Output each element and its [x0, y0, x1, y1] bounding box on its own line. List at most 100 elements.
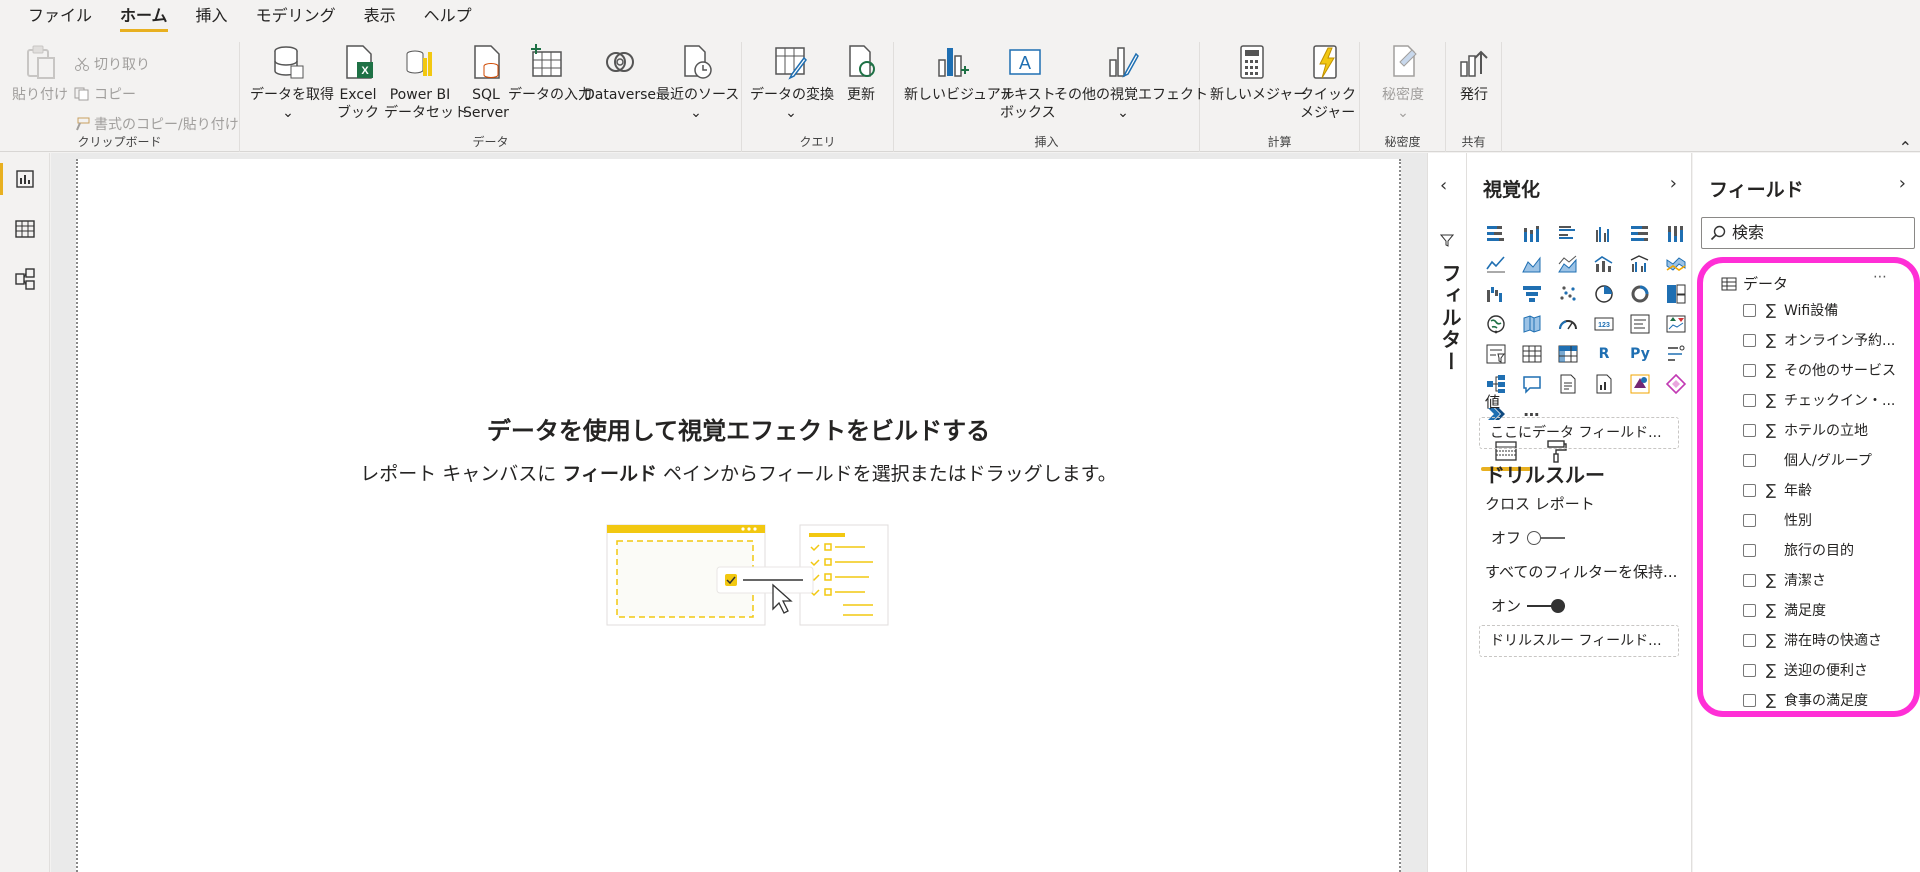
cut-button[interactable]: 切り取り	[74, 54, 150, 74]
key-influencers-icon[interactable]	[1665, 343, 1687, 365]
power-automate-icon[interactable]	[1665, 373, 1687, 395]
stacked-column-chart-icon[interactable]	[1521, 223, 1543, 245]
tab-help[interactable]: ヘルプ	[418, 0, 494, 34]
quick-measure-button[interactable]: クイック メジャー	[1300, 44, 1356, 122]
scatter-chart-icon[interactable]	[1557, 283, 1579, 305]
checkbox[interactable]	[1743, 333, 1756, 347]
report-view-button[interactable]	[0, 159, 50, 199]
publish-button[interactable]: 発行	[1450, 44, 1498, 104]
field-item[interactable]: ∑ 送迎の便利さ	[1743, 658, 1911, 682]
line-and-clustered-column-icon[interactable]	[1629, 253, 1651, 275]
field-item[interactable]: ∑ ホテルの立地	[1743, 418, 1911, 442]
values-drop-well[interactable]: ここにデータ フィールド...	[1479, 417, 1679, 449]
field-item[interactable]: 性別	[1743, 508, 1911, 532]
recent-sources-button[interactable]: 最近のソース ⌄	[656, 44, 739, 122]
paste-button[interactable]: 貼り付け	[10, 44, 70, 104]
100-stacked-column-chart-icon[interactable]	[1665, 223, 1687, 245]
paginated-report-icon[interactable]	[1593, 373, 1615, 395]
new-visual-button[interactable]: 新しいビジュアル	[904, 44, 1015, 104]
slicer-icon[interactable]	[1485, 343, 1507, 365]
textbox-button[interactable]: A テキスト ボックス	[1000, 44, 1056, 122]
kpi-icon[interactable]	[1665, 313, 1687, 335]
enter-data-button[interactable]: データの入力	[508, 44, 592, 104]
chevron-left-icon[interactable]: ‹	[1440, 175, 1447, 196]
clustered-column-chart-icon[interactable]	[1593, 223, 1615, 245]
smart-narrative-icon[interactable]	[1557, 373, 1579, 395]
drillthrough-drop-well[interactable]: ドリルスルー フィールド...	[1479, 625, 1679, 657]
python-visual-icon[interactable]: Py	[1629, 343, 1651, 365]
checkbox[interactable]	[1743, 693, 1756, 707]
transform-data-button[interactable]: データの変換 ⌄	[750, 44, 834, 122]
field-item[interactable]: 旅行の目的	[1743, 538, 1911, 562]
field-item[interactable]: ∑ 滞在時の快適さ	[1743, 628, 1911, 652]
filters-pane[interactable]: ‹ フィルター	[1427, 153, 1467, 872]
checkbox[interactable]	[1743, 363, 1756, 377]
report-canvas[interactable]: データを使用して視覚エフェクトをビルドする レポート キャンバスに フィールド …	[76, 159, 1401, 872]
more-options-icon[interactable]: ⋯	[1873, 269, 1887, 285]
excel-workbook-button[interactable]: X Excel ブック	[336, 44, 380, 122]
field-item[interactable]: ∑ オンライン予約...	[1743, 328, 1911, 352]
checkbox[interactable]	[1743, 603, 1756, 617]
checkbox[interactable]	[1743, 303, 1756, 317]
checkbox[interactable]	[1743, 573, 1756, 587]
sql-server-button[interactable]: SQL Server	[462, 44, 510, 122]
copy-button[interactable]: コピー	[74, 84, 136, 104]
tab-view[interactable]: 表示	[358, 0, 418, 34]
checkbox[interactable]	[1743, 453, 1756, 467]
field-item[interactable]: ∑ 年齢	[1743, 478, 1911, 502]
tab-modeling[interactable]: モデリング	[250, 0, 358, 34]
tab-file[interactable]: ファイル	[22, 0, 114, 34]
keep-all-filters-toggle[interactable]: オン	[1491, 595, 1566, 616]
ribbon-chart-icon[interactable]	[1665, 253, 1687, 275]
treemap-icon[interactable]	[1665, 283, 1687, 305]
matrix-icon[interactable]	[1557, 343, 1579, 365]
multi-row-card-icon[interactable]	[1629, 313, 1651, 335]
donut-chart-icon[interactable]	[1629, 283, 1651, 305]
tab-home[interactable]: ホーム	[114, 0, 190, 34]
stacked-bar-chart-icon[interactable]	[1485, 223, 1507, 245]
checkbox[interactable]	[1743, 513, 1756, 527]
dataverse-button[interactable]: Dataverse	[584, 44, 656, 104]
toggle-switch-off[interactable]	[1527, 530, 1566, 545]
field-item[interactable]: ∑ Wifi設備	[1743, 298, 1911, 322]
toggle-switch-on[interactable]	[1527, 598, 1566, 613]
get-data-button[interactable]: データを取得 ⌄	[250, 44, 334, 122]
model-view-button[interactable]	[0, 259, 50, 299]
field-item[interactable]: ∑ チェックイン・...	[1743, 388, 1911, 412]
stacked-area-chart-icon[interactable]	[1557, 253, 1579, 275]
more-visuals-button[interactable]: その他の視覚エフェクト ⌄	[1054, 44, 1208, 122]
field-item[interactable]: ∑ その他のサービス	[1743, 358, 1911, 382]
waterfall-chart-icon[interactable]	[1485, 283, 1507, 305]
format-painter-button[interactable]: 書式のコピー/貼り付け	[74, 114, 239, 134]
field-table-data[interactable]: データ ⋯	[1721, 269, 1887, 294]
refresh-button[interactable]: 更新	[838, 44, 884, 104]
field-item[interactable]: ∑ 清潔さ	[1743, 568, 1911, 592]
field-item[interactable]: ∑ 満足度	[1743, 598, 1911, 622]
filled-map-icon[interactable]	[1521, 313, 1543, 335]
clustered-bar-chart-icon[interactable]	[1557, 223, 1579, 245]
checkbox[interactable]	[1743, 423, 1756, 437]
chevron-right-icon[interactable]: ›	[1899, 173, 1906, 194]
qa-visual-icon[interactable]	[1521, 373, 1543, 395]
checkbox[interactable]	[1743, 393, 1756, 407]
line-and-stacked-column-icon[interactable]	[1593, 253, 1615, 275]
field-item[interactable]: ∑ 食事の満足度	[1743, 688, 1911, 712]
r-visual-icon[interactable]: R	[1593, 343, 1615, 365]
new-measure-button[interactable]: 新しいメジャー	[1210, 44, 1307, 104]
power-apps-icon[interactable]	[1629, 373, 1651, 395]
card-icon[interactable]: 123	[1593, 313, 1615, 335]
checkbox[interactable]	[1743, 483, 1756, 497]
100-stacked-bar-chart-icon[interactable]	[1629, 223, 1651, 245]
checkbox[interactable]	[1743, 543, 1756, 557]
field-item[interactable]: 個人/グループ	[1743, 448, 1911, 472]
map-icon[interactable]	[1485, 313, 1507, 335]
data-view-button[interactable]	[0, 209, 50, 249]
area-chart-icon[interactable]	[1521, 253, 1543, 275]
cross-report-toggle[interactable]: オフ	[1491, 527, 1566, 548]
funnel-chart-icon[interactable]	[1521, 283, 1543, 305]
gauge-icon[interactable]	[1557, 313, 1579, 335]
chevron-right-icon[interactable]: ›	[1670, 173, 1677, 194]
sensitivity-button[interactable]: 秘密度 ⌄	[1370, 44, 1436, 122]
checkbox[interactable]	[1743, 663, 1756, 677]
tab-insert[interactable]: 挿入	[190, 0, 250, 34]
